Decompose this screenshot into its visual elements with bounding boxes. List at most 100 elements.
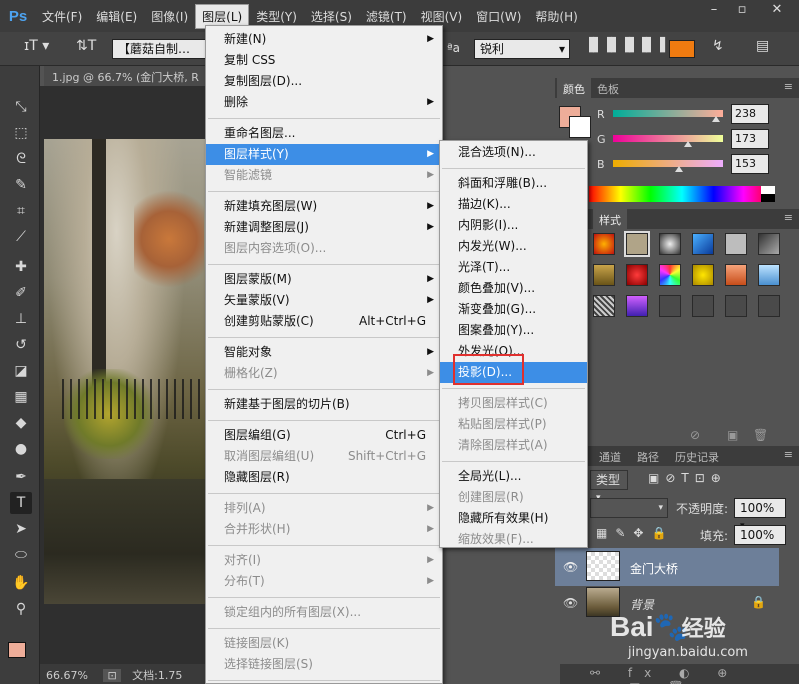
- lasso-tool-icon[interactable]: ᘓ: [10, 148, 32, 170]
- style-preset-swatch[interactable]: [692, 264, 714, 286]
- menu-option[interactable]: 光泽(T)...: [440, 257, 587, 278]
- menu-option[interactable]: 创建剪贴蒙版(C) Alt+Ctrl+G: [206, 311, 442, 332]
- channel-slider[interactable]: [613, 160, 723, 172]
- menu-option[interactable]: 图层蒙版(M) ▶: [206, 269, 442, 290]
- warp-text-icon[interactable]: ↯: [712, 38, 724, 60]
- brush-tool-icon[interactable]: ✐: [10, 282, 32, 304]
- eye-icon[interactable]: 👁: [563, 596, 578, 610]
- menu-option[interactable]: 全局光(L)...: [440, 466, 587, 487]
- style-preset-swatch[interactable]: [758, 264, 780, 286]
- menu-option[interactable]: 新建(N) ▶: [206, 29, 442, 50]
- menu-item[interactable]: 编辑(E): [90, 5, 143, 28]
- lock-icons[interactable]: ▦✎✥🔒: [596, 526, 674, 540]
- dodge-tool-icon[interactable]: ●: [10, 438, 32, 460]
- menu-option[interactable]: 图层编组(G) Ctrl+G: [206, 425, 442, 446]
- menu-option[interactable]: 内发光(W)...: [440, 236, 587, 257]
- layer-name[interactable]: 金门大桥: [630, 560, 678, 577]
- tab-channels[interactable]: 通道: [593, 446, 627, 466]
- menu-option[interactable]: 隐藏图层(R): [206, 467, 442, 488]
- menu-option[interactable]: 颜色叠加(V)...: [440, 278, 587, 299]
- style-preset-swatch[interactable]: [692, 295, 714, 317]
- menu-option[interactable]: 描边(K)...: [440, 194, 587, 215]
- menu-option[interactable]: 复制 CSS: [206, 50, 442, 71]
- layer-row-text[interactable]: 👁 金门大桥: [555, 548, 779, 586]
- hand-tool-icon[interactable]: ✋: [10, 572, 32, 594]
- font-family-select[interactable]: 【蘑菇自制…: [112, 39, 206, 59]
- color-spectrum-bar[interactable]: [589, 186, 775, 202]
- align-right-icon[interactable]: ▐▌▐: [637, 38, 665, 60]
- style-preset-swatch[interactable]: [593, 264, 615, 286]
- channel-value-input[interactable]: 173: [731, 129, 769, 149]
- menu-option[interactable]: 隐藏所有效果(H): [440, 508, 587, 529]
- menu-item[interactable]: 文件(F): [36, 5, 88, 28]
- menu-item[interactable]: 图像(I): [145, 5, 194, 28]
- pen-tool-icon[interactable]: ✒: [10, 466, 32, 488]
- style-preset-swatch[interactable]: [624, 231, 650, 257]
- gradient-tool-icon[interactable]: ▦: [10, 386, 32, 408]
- menu-option[interactable]: 新建填充图层(W) ▶: [206, 196, 442, 217]
- path-selection-tool-icon[interactable]: ➤: [10, 518, 32, 540]
- menu-option[interactable]: 复制图层(D)...: [206, 71, 442, 92]
- history-brush-tool-icon[interactable]: ↺: [10, 334, 32, 356]
- crop-tool-icon[interactable]: ⌗: [10, 200, 32, 222]
- eyedropper-tool-icon[interactable]: ⟋: [10, 226, 32, 248]
- menu-option[interactable]: 矢量蒙版(V) ▶: [206, 290, 442, 311]
- fill-input[interactable]: 100% ▾: [734, 525, 786, 558]
- menu-option[interactable]: 图案叠加(Y)...: [440, 320, 587, 341]
- channel-slider[interactable]: [613, 110, 723, 122]
- panel-menu-icon[interactable]: ≡: [784, 80, 793, 93]
- slider-handle[interactable]: [711, 116, 720, 122]
- style-preset-swatch[interactable]: [659, 295, 681, 317]
- status-menu-icon[interactable]: ⊡: [103, 669, 121, 682]
- style-preset-swatch[interactable]: [593, 295, 615, 317]
- type-tool-icon[interactable]: T: [10, 492, 32, 514]
- style-preset-swatch[interactable]: [626, 295, 648, 317]
- menu-option[interactable]: 新建调整图层(J) ▶: [206, 217, 442, 238]
- opacity-input[interactable]: 100% ▾: [734, 498, 786, 531]
- slider-handle[interactable]: [683, 141, 692, 147]
- antialias-select[interactable]: 锐利 ▾: [474, 39, 570, 59]
- new-style-icon[interactable]: ▣: [727, 428, 738, 442]
- menu-option[interactable]: 内阴影(I)...: [440, 215, 587, 236]
- eraser-tool-icon[interactable]: ◪: [10, 360, 32, 382]
- eye-icon[interactable]: 👁: [563, 560, 578, 574]
- blur-tool-icon[interactable]: ◆: [10, 412, 32, 434]
- menu-option[interactable]: 图层样式(Y) ▶: [206, 144, 442, 165]
- style-preset-swatch[interactable]: [725, 264, 747, 286]
- zoom-tool-icon[interactable]: ⚲: [10, 598, 32, 620]
- text-color-swatch[interactable]: [669, 40, 695, 58]
- quick-select-tool-icon[interactable]: ✎: [10, 174, 32, 196]
- panel-menu-icon[interactable]: ≡: [784, 448, 793, 461]
- align-left-icon[interactable]: ▐▌▐: [584, 38, 612, 60]
- menu-option[interactable]: 重命名图层...: [206, 123, 442, 144]
- move-tool-icon[interactable]: ⤡: [10, 96, 32, 118]
- style-preset-swatch[interactable]: [725, 295, 747, 317]
- style-preset-swatch[interactable]: [659, 264, 681, 286]
- color-panel-background-swatch[interactable]: [569, 116, 591, 138]
- document-image[interactable]: [44, 139, 205, 604]
- filter-kind-select[interactable]: 类型 ▾: [590, 470, 628, 503]
- style-preset-swatch[interactable]: [626, 264, 648, 286]
- layer-filter-icons[interactable]: ▣⊘T⊡⊕: [648, 471, 727, 485]
- channel-value-input[interactable]: 153: [731, 154, 769, 174]
- menu-item[interactable]: 窗口(W): [470, 5, 527, 28]
- menu-option[interactable]: 新建基于图层的切片(B): [206, 394, 442, 415]
- type-tool-icon[interactable]: ɪT ▾: [24, 38, 49, 60]
- channel-slider[interactable]: [613, 135, 723, 147]
- close-button[interactable]: ✕: [760, 2, 794, 22]
- channel-value-input[interactable]: 238: [731, 104, 769, 124]
- style-preset-swatch[interactable]: [758, 233, 780, 255]
- menu-option[interactable]: 删除 ▶: [206, 92, 442, 113]
- tab-paths[interactable]: 路径: [631, 446, 665, 466]
- zoom-level[interactable]: 66.67%: [46, 669, 88, 682]
- delete-style-icon[interactable]: 🗑: [753, 428, 768, 442]
- tab-styles[interactable]: 样式: [593, 209, 627, 229]
- maximize-button[interactable]: ▫: [728, 2, 756, 22]
- menu-option[interactable]: 混合选项(N)...: [440, 142, 587, 163]
- align-center-icon[interactable]: ▌▐▌: [611, 38, 639, 60]
- document-tab[interactable]: 1.jpg @ 66.7% (金门大桥, R: [44, 66, 206, 86]
- style-preset-swatch[interactable]: [758, 295, 780, 317]
- style-preset-swatch[interactable]: [725, 233, 747, 255]
- tab-history[interactable]: 历史记录: [669, 446, 725, 466]
- menu-item[interactable]: 帮助(H): [529, 5, 583, 28]
